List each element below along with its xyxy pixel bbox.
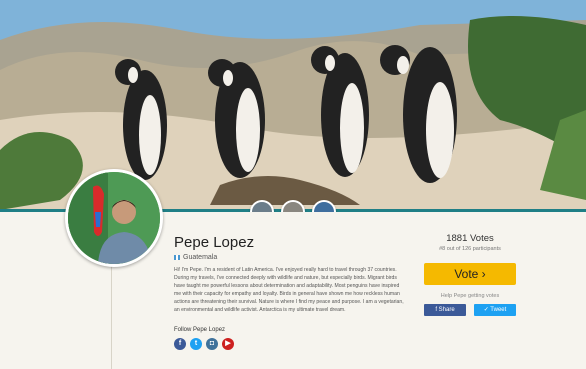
facebook-icon[interactable]: f [174,338,186,350]
social-links: f t ◘ ▶ [174,338,234,350]
follow-label: Follow Pepe Lopez [174,327,226,333]
country-label: Guatemala [174,254,217,261]
instagram-icon[interactable]: ◘ [206,338,218,350]
tweet-label: Tweet [490,307,507,313]
profile-name: Pepe Lopez [174,234,255,251]
votes-total: 1881 Votes [446,233,494,244]
card-divider [111,262,112,369]
youtube-icon[interactable]: ▶ [222,338,234,350]
profile-bio: Hi! I'm Pepe. I'm a resident of Latin Am… [174,267,404,314]
twitter-share-button[interactable]: ✓ Tweet [474,304,516,316]
facebook-share-button[interactable]: f Share [424,304,466,316]
guatemala-flag-icon [174,255,180,260]
help-text: Help Pepe getting votes [440,293,500,299]
vote-button[interactable]: Vote › [424,263,516,285]
avatar [65,169,163,267]
twitter-icon[interactable]: t [190,338,202,350]
participant-rank: #8 out of 126 participants [439,246,501,252]
country-text: Guatemala [183,254,218,261]
